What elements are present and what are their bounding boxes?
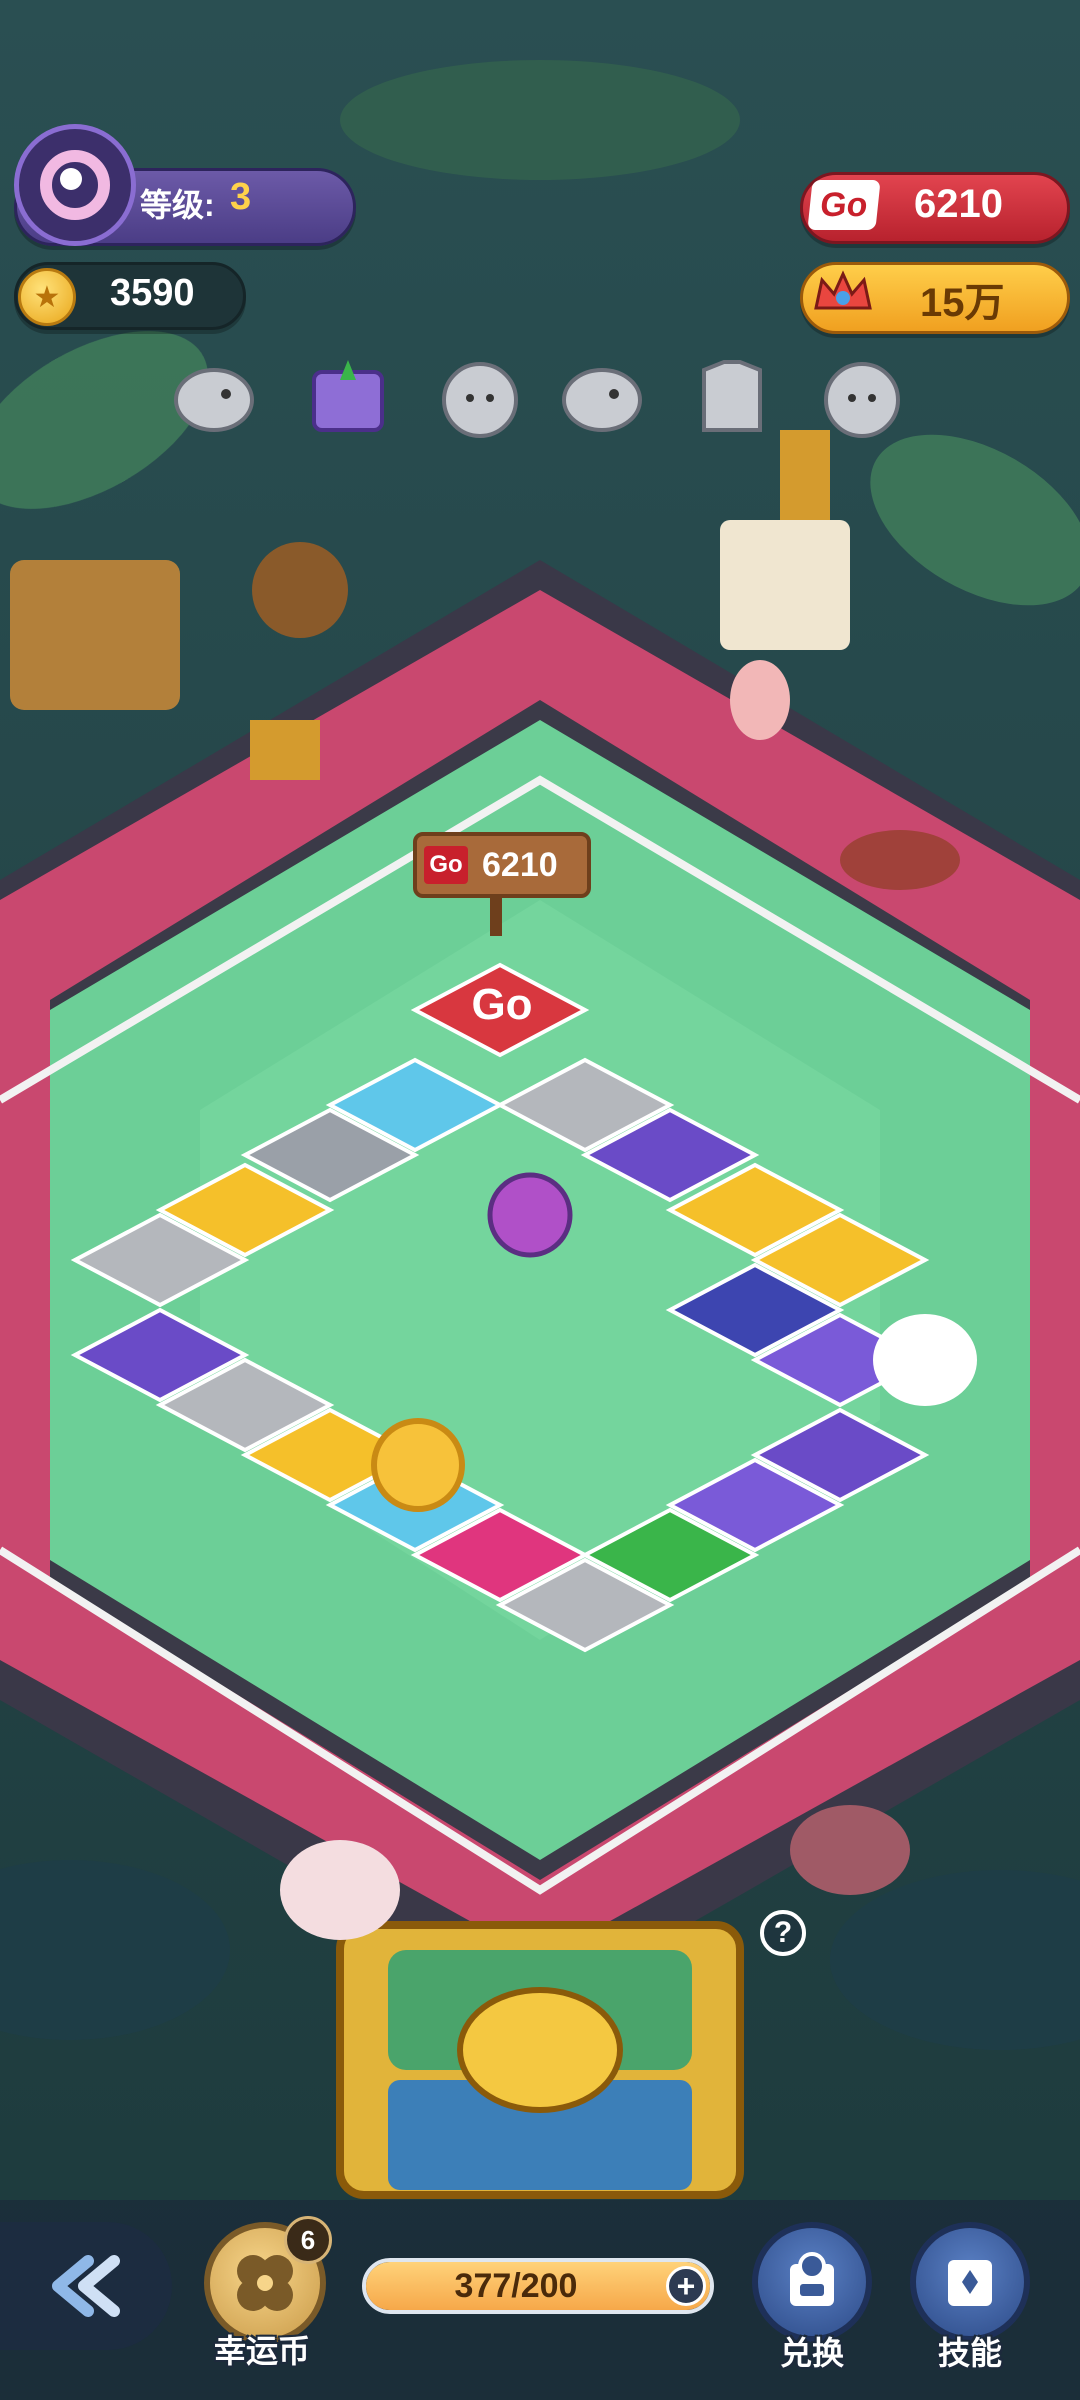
exchange-label: 兑换 <box>780 2335 845 2371</box>
skill-book-icon <box>948 2260 992 2306</box>
shirt-icon[interactable] <box>684 350 780 442</box>
exchange-button[interactable] <box>752 2222 872 2342</box>
start-tile-label: Go <box>471 980 533 1029</box>
skills-button[interactable] <box>910 2222 1030 2342</box>
game-board-scene <box>0 0 1080 2400</box>
crown-amount: 15万 <box>920 281 1005 325</box>
lucky-coin-count: 6 <box>284 2216 332 2264</box>
signpost-value: 6210 <box>482 846 558 884</box>
go-points-value: 6210 <box>914 182 1003 226</box>
double-chevron-left-icon <box>52 2255 120 2317</box>
help-button[interactable]: ? <box>760 1910 806 1956</box>
fish-icon[interactable] <box>164 350 260 442</box>
exchange-icon <box>790 2252 834 2306</box>
crown-icon <box>814 270 872 310</box>
energy-progress-bar: 377/200 + <box>362 2258 714 2314</box>
level-value: 3 <box>230 176 252 218</box>
lucky-coin-label: 幸运币 <box>214 2333 311 2369</box>
fish-icon[interactable] <box>552 350 648 442</box>
progress-text: 377/200 <box>454 2266 578 2305</box>
avatar[interactable] <box>14 124 136 246</box>
add-energy-button[interactable]: + <box>666 2266 706 2306</box>
signpost-go-icon: Go <box>424 846 468 884</box>
coin-balance: 3590 <box>110 272 195 314</box>
skills-label: 技能 <box>938 2335 1003 2371</box>
book-icon[interactable] <box>300 350 396 442</box>
go-icon: Go <box>807 180 881 230</box>
back-button[interactable] <box>0 2222 172 2350</box>
star-coin-icon: ★ <box>18 268 76 326</box>
bird-icon[interactable] <box>814 350 910 442</box>
level-label: 等级: <box>140 187 215 223</box>
avatar-icon <box>40 150 110 220</box>
bird-icon[interactable] <box>432 350 528 442</box>
